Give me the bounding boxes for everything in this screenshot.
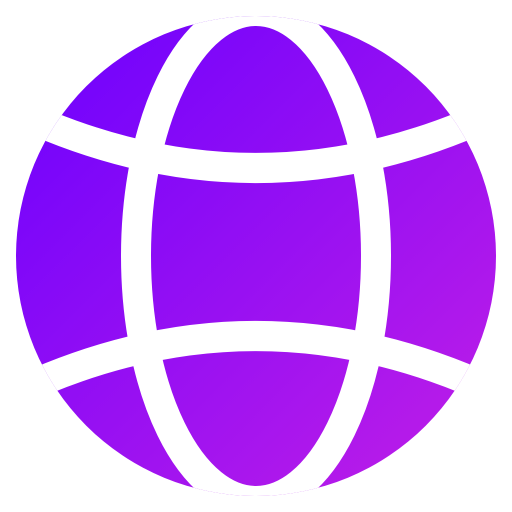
globe-icon <box>16 16 496 496</box>
icon-canvas <box>0 0 512 512</box>
globe-disc <box>16 16 496 496</box>
